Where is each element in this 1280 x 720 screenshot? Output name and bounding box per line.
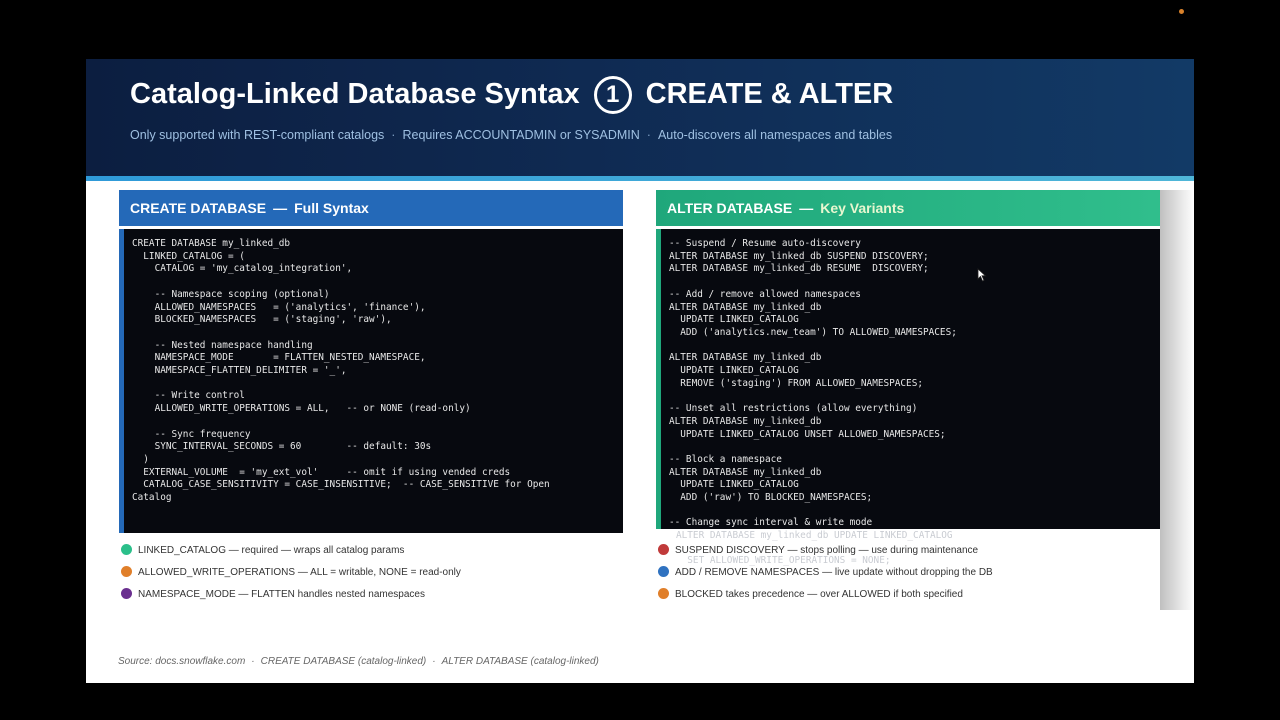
code-line: -- Unset all restrictions (allow everyth…: [669, 403, 918, 415]
source-separator: ·: [251, 656, 255, 667]
legend-dot-icon: [121, 588, 132, 599]
code-line: SYNC_INTERVAL_SECONDS = 60 -- default: 3…: [132, 441, 432, 453]
legend-dot-icon: [121, 544, 132, 555]
code-line: ): [132, 453, 149, 465]
title-right: CREATE & ALTER: [645, 78, 894, 110]
source-item: ALTER DATABASE (catalog-linked): [441, 656, 599, 667]
code-line: EXTERNAL_VOLUME = 'my_ext_vol' -- omit i…: [132, 466, 511, 478]
legend-item: LINKED_CATALOG — required — wraps all ca…: [121, 544, 404, 558]
mouse-cursor-icon: [977, 268, 987, 282]
subtitle-item: Requires ACCOUNTADMIN or SYSADMIN: [402, 128, 640, 142]
legend-item: BLOCKED takes precedence — over ALLOWED …: [658, 588, 963, 602]
code-line: ALTER DATABASE my_linked_db: [669, 301, 822, 313]
code-overflow-line: ALTER DATABASE my_linked_db UPDATE LINKE…: [676, 530, 953, 541]
title-left: Catalog-Linked Database Syntax: [130, 78, 580, 110]
slide-header: Catalog-Linked Database Syntax 1 CREATE & …: [86, 59, 1194, 176]
panel-title: CREATE DATABASE: [130, 200, 267, 216]
code-line: UPDATE LINKED_CATALOG: [669, 314, 799, 326]
subtitle-item: Auto-discovers all namespaces and tables: [657, 128, 893, 142]
code-line: ALTER DATABASE my_linked_db: [669, 352, 822, 364]
subtitle: Only supported with REST-compliant catal…: [130, 128, 892, 142]
source-footnote: Source: docs.snowflake.com · CREATE DATABA…: [118, 656, 599, 667]
header-accent-bar: [86, 176, 1194, 181]
alter-database-panel-header: ALTER DATABASE — Key Variants: [656, 190, 1160, 226]
panel-dash: —: [273, 200, 288, 216]
code-line: UPDATE LINKED_CATALOG UNSET ALLOWED_NAME…: [669, 428, 946, 440]
legend-item: ADD / REMOVE NAMESPACES — live update wi…: [658, 566, 993, 580]
code-line: -- Namespace scoping (optional): [132, 288, 330, 300]
code-line: NAMESPACE_MODE = FLATTEN_NESTED_NAMESPAC…: [132, 352, 426, 364]
title-number-badge: 1: [593, 76, 632, 114]
code-line: -- Write control: [132, 390, 245, 402]
code-line: CREATE DATABASE my_linked_db: [132, 238, 291, 249]
code-line: ADD ('analytics.new_team') TO ALLOWED_NA…: [669, 326, 957, 338]
edge-shadow: [1160, 190, 1194, 610]
code-line: UPDATE LINKED_CATALOG: [669, 479, 799, 491]
legend-item: ALLOWED_WRITE_OPERATIONS — ALL = writabl…: [121, 566, 461, 580]
panel-dash: —: [799, 200, 814, 216]
legend-dot-icon: [658, 566, 669, 577]
legend-item: NAMESPACE_MODE — FLATTEN handles nested …: [121, 588, 425, 602]
code-line: -- Add / remove allowed namespaces: [669, 288, 861, 300]
code-line: BLOCKED_NAMESPACES = ('staging', 'raw'),: [132, 314, 392, 326]
legend-dot-icon: [658, 544, 669, 555]
code-line: ALLOWED_WRITE_OPERATIONS = ALL, -- or NO…: [132, 403, 471, 415]
code-line: -- Block a namespace: [669, 453, 782, 465]
subtitle-item: Only supported with REST-compliant catal…: [130, 128, 385, 142]
panel-title: ALTER DATABASE: [667, 200, 793, 216]
source-item: CREATE DATABASE (catalog-linked): [260, 656, 427, 667]
legend-text: NAMESPACE_MODE — FLATTEN handles nested …: [138, 589, 425, 600]
code-line: -- Sync frequency: [132, 428, 251, 440]
legend-text: BLOCKED takes precedence — over ALLOWED …: [675, 589, 963, 600]
code-line: REMOVE ('staging') FROM ALLOWED_NAMESPAC…: [669, 377, 923, 389]
code-line: ALTER DATABASE my_linked_db SUSPEND DISC…: [669, 250, 929, 262]
panel-subtitle: Key Variants: [820, 200, 905, 216]
code-line: ADD ('raw') TO BLOCKED_NAMESPACES;: [669, 492, 873, 504]
code-line: -- Suspend / Resume auto-discovery: [669, 238, 861, 249]
code-line: LINKED_CATALOG = (: [132, 250, 245, 262]
panel-subtitle: Full Syntax: [294, 200, 369, 216]
code-line: ALTER DATABASE my_linked_db: [669, 466, 822, 478]
code-line: Catalog: [132, 492, 172, 504]
legend-text: ALLOWED_WRITE_OPERATIONS — ALL = writabl…: [138, 567, 461, 578]
subtitle-separator: ·: [646, 128, 651, 142]
code-line: CATALOG_CASE_SENSITIVITY = CASE_INSENSIT…: [132, 479, 550, 491]
page-title: Catalog-Linked Database Syntax 1 CREATE & …: [130, 75, 893, 114]
legend-text: LINKED_CATALOG — required — wraps all ca…: [138, 545, 405, 556]
slide: Catalog-Linked Database Syntax 1 CREATE & …: [86, 59, 1194, 683]
legend-dot-icon: [658, 588, 669, 599]
code-line: ALTER DATABASE my_linked_db: [669, 415, 822, 427]
legend-item: SUSPEND DISCOVERY — stops polling — use …: [658, 544, 978, 558]
legend-text: SUSPEND DISCOVERY — stops polling — use …: [675, 545, 979, 556]
code-line: -- Change sync interval & write mode: [669, 517, 873, 529]
code-line: ALLOWED_NAMESPACES = ('analytics', 'fina…: [132, 301, 426, 313]
create-database-panel-header: CREATE DATABASE — Full Syntax: [119, 190, 623, 226]
code-line: CATALOG = 'my_catalog_integration',: [132, 263, 353, 275]
recording-indicator-dot: [1179, 9, 1184, 14]
alter-database-code-block: -- Suspend / Resume auto-discovery ALTER …: [656, 229, 1160, 529]
source-item: Source: docs.snowflake.com: [118, 656, 246, 667]
code-line: ALTER DATABASE my_linked_db RESUME DISCO…: [669, 263, 929, 275]
code-line: UPDATE LINKED_CATALOG: [669, 365, 799, 377]
create-database-code-block: CREATE DATABASE my_linked_db LINKED_CATA…: [119, 229, 623, 533]
code-line: NAMESPACE_FLATTEN_DELIMITER = '_',: [132, 365, 347, 377]
source-separator: ·: [432, 656, 436, 667]
subtitle-separator: ·: [391, 128, 396, 142]
legend-dot-icon: [121, 566, 132, 577]
code-line: -- Nested namespace handling: [132, 339, 313, 351]
legend-text: ADD / REMOVE NAMESPACES — live update wi…: [675, 567, 993, 578]
